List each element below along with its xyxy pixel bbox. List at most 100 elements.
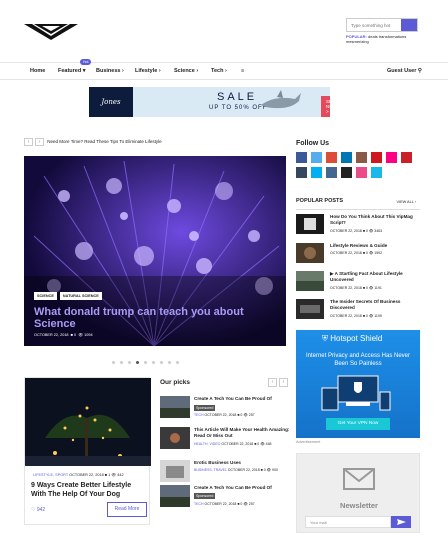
site-logo[interactable]	[24, 20, 78, 40]
hero-slide[interactable]: SCIENCE NATURAL SCIENCE What donald trum…	[24, 156, 286, 346]
pick-title[interactable]: Create A Tech You Can Be Proud Of	[194, 396, 290, 402]
pick-title[interactable]: Erotic Business Uses	[194, 460, 290, 466]
user-name: Guest User	[387, 68, 417, 74]
popular-post[interactable]: Lifestyle Reviews & Guide OCTOBER 22, 20…	[296, 243, 420, 267]
github-icon[interactable]	[341, 167, 352, 178]
tag-natural-science[interactable]: NATURAL SCIENCE	[59, 292, 102, 300]
ticker-prev-icon[interactable]: ‹	[24, 138, 33, 146]
pick-category[interactable]: HEALTH, VIDEO	[194, 442, 220, 446]
search-input[interactable]	[347, 19, 401, 31]
pick-category[interactable]: TECH	[194, 413, 204, 417]
feature-card[interactable]: LIFESTYLE, SPORT OCTOBER 22, 2018 ■ 1 👁 …	[24, 377, 151, 525]
user-menu[interactable]: Guest User ⚲	[387, 68, 422, 74]
nav-home[interactable]: Home	[30, 68, 45, 74]
pick-item[interactable]: Create A Tech You Can Be Proud Of Sponso…	[160, 396, 290, 426]
hero-tags: SCIENCE NATURAL SCIENCE	[34, 292, 102, 300]
popular-post[interactable]: How Do You Think About This VipMag Scrip…	[296, 214, 420, 238]
slider-dot[interactable]	[120, 361, 123, 364]
read-more-button[interactable]: Read More	[107, 502, 147, 517]
popular-tags: POPULAR: deals transformations mesmerizi…	[346, 34, 426, 44]
hero-date: OCTOBER 22, 2018	[34, 333, 69, 337]
skype-icon[interactable]	[311, 167, 322, 178]
hotspot-ad[interactable]: ⛨ Hotspot Shield Internet Privacy and Ac…	[296, 330, 420, 438]
pick-category[interactable]: TECH	[194, 502, 204, 506]
pick-item[interactable]: This Article Will Make Your Health Amazi…	[160, 427, 290, 457]
newsletter-email-input[interactable]: Your mail	[305, 516, 391, 528]
pick-title[interactable]: This Article Will Make Your Health Amazi…	[194, 427, 290, 439]
youtube-icon[interactable]	[371, 152, 382, 163]
ad-headline: Internet Privacy and Access Has Never Be…	[305, 353, 411, 367]
slider-dot[interactable]	[152, 361, 155, 364]
picks-next-icon[interactable]: ›	[279, 378, 288, 387]
popular-post[interactable]: ▶ A Startling Fact About Lifestyle Uncov…	[296, 271, 420, 295]
pick-date: OCTOBER 22, 2018	[227, 468, 260, 472]
feature-card-comments: 1	[108, 473, 111, 477]
google-plus-icon[interactable]	[326, 152, 337, 163]
facebook-icon[interactable]	[296, 152, 307, 163]
view-all-label: VIEW ALL	[396, 200, 414, 204]
pick-title[interactable]: Create A Tech You Can Be Proud Of	[194, 485, 290, 491]
popular-post-comments: 0	[365, 314, 368, 318]
newsletter-submit-button[interactable]	[391, 516, 411, 528]
flickr-icon[interactable]	[386, 152, 397, 163]
sale-banner[interactable]: Jones SALE UP TO 50% OFF SHOP NOW >	[89, 87, 330, 117]
banner-shop-button[interactable]: SHOP NOW >	[321, 96, 330, 117]
envelope-icon	[343, 468, 375, 490]
banner-sale: SALE	[217, 91, 258, 103]
pick-views: 257	[248, 413, 255, 417]
popular-post-thumbnail	[296, 271, 324, 291]
popular-post-title[interactable]: ▶ A Startling Fact About Lifestyle Uncov…	[330, 271, 420, 283]
nav-science[interactable]: Science ›	[174, 68, 198, 74]
pick-item[interactable]: Create A Tech You Can Be Proud Of Sponso…	[160, 485, 290, 515]
pinterest-icon[interactable]	[401, 152, 412, 163]
popular-post-title-text: A Startling Fact About Lifestyle Uncover…	[330, 271, 403, 282]
nav-lifestyle[interactable]: Lifestyle ›	[135, 68, 161, 74]
ticker-text[interactable]: Need More Time? Read These Tips To Elimi…	[47, 139, 161, 144]
search-box	[346, 18, 418, 32]
slider-dot[interactable]	[112, 361, 115, 364]
heart-icon: ♡	[31, 507, 36, 513]
nav-tech[interactable]: Tech ›	[211, 68, 227, 74]
dribbble-icon[interactable]	[356, 167, 367, 178]
pick-date: OCTOBER 22, 2018	[221, 442, 254, 446]
ad-cta-button[interactable]: Get Your VPN Now	[326, 418, 390, 430]
slider-dot[interactable]	[160, 361, 163, 364]
pick-category[interactable]: BUSINESS, TRAVEL	[194, 468, 227, 472]
like-button[interactable]: ♡ 942	[31, 507, 45, 513]
ticker-next-icon[interactable]: ›	[35, 138, 44, 146]
views-icon: 👁	[78, 333, 84, 337]
instagram-icon[interactable]	[356, 152, 367, 163]
tumblr-icon[interactable]	[296, 167, 307, 178]
slider-dot[interactable]	[168, 361, 171, 364]
twitter-icon[interactable]	[311, 152, 322, 163]
feature-card-category[interactable]: LIFESTYLE, SPORT	[33, 473, 68, 477]
popular-post[interactable]: The Insider Secrets Of Business Discover…	[296, 299, 420, 323]
picks-prev-icon[interactable]: ‹	[268, 378, 277, 387]
tag-science[interactable]: SCIENCE	[34, 292, 57, 300]
vk-icon[interactable]	[326, 167, 337, 178]
feature-card-title[interactable]: 9 Ways Create Better Lifestyle With The …	[31, 481, 147, 499]
view-all-link[interactable]: VIEW ALL ›	[397, 200, 417, 204]
pick-comments: 0	[263, 468, 266, 472]
popular-post-title[interactable]: How Do You Think About This VipMag Scrip…	[330, 214, 420, 226]
feature-card-image	[25, 378, 151, 466]
nav-business[interactable]: Business ›	[96, 68, 124, 74]
linkedin-icon[interactable]	[341, 152, 352, 163]
popular-post-title[interactable]: The Insider Secrets Of Business Discover…	[330, 299, 420, 311]
slider-dot[interactable]	[176, 361, 179, 364]
user-icon: ⚲	[417, 68, 422, 74]
nav-featured[interactable]: Featured ▾	[58, 68, 86, 74]
slider-dot[interactable]	[136, 361, 139, 364]
search-button[interactable]	[401, 19, 417, 31]
follow-us-heading: Follow Us	[296, 140, 330, 147]
newsletter-box: Newsletter Your mail	[296, 453, 420, 533]
hero-title[interactable]: What donald trump can teach you about Sc…	[34, 306, 274, 330]
popular-post-title[interactable]: Lifestyle Reviews & Guide	[330, 243, 420, 249]
ad-brand-name: Hotspot Shield	[330, 334, 383, 343]
slider-dot[interactable]	[144, 361, 147, 364]
slider-dot[interactable]	[128, 361, 131, 364]
pick-thumbnail	[160, 396, 190, 418]
vimeo-icon[interactable]	[371, 167, 382, 178]
menu-icon[interactable]: ≡	[241, 68, 244, 74]
pick-thumbnail	[160, 485, 190, 507]
